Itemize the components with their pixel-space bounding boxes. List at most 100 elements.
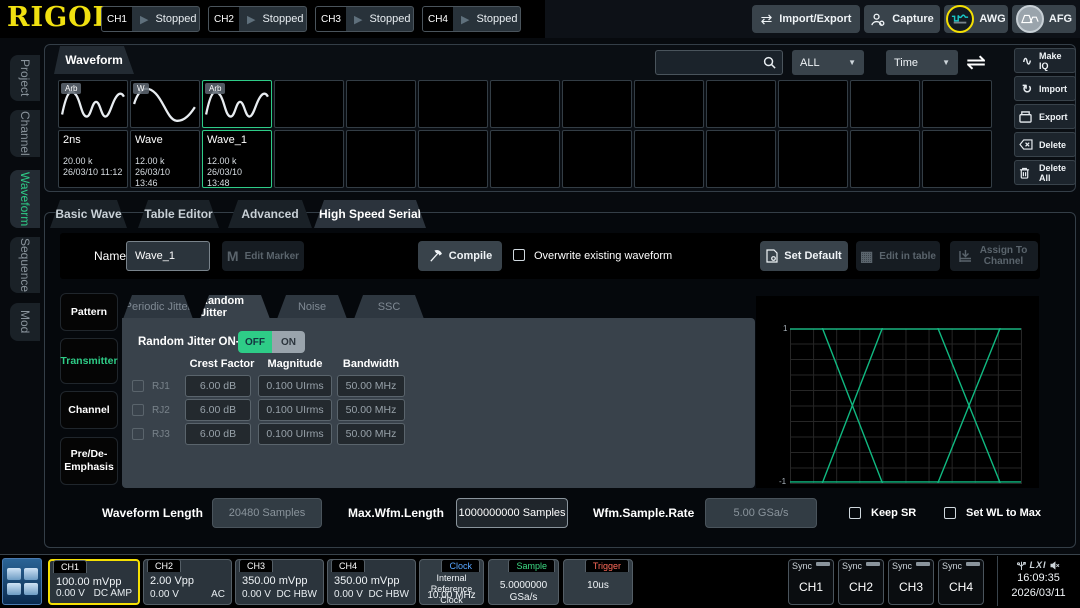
sidebar-item-project[interactable]: Project [10,55,40,101]
tab-high-speed-serial[interactable]: High Speed Serial [314,200,426,228]
wfm-sample-rate-label: Wfm.Sample.Rate [593,506,694,520]
overwrite-checkbox[interactable] [513,249,525,261]
set-wl-to-max-checkbox[interactable] [944,507,956,519]
waveform-thumb-wave[interactable]: W [130,80,200,128]
waveform-length-field[interactable]: 20480 Samples [212,498,322,528]
export-button[interactable]: Export [1014,104,1076,129]
hss-tab-transmitter[interactable]: Transmitter [60,338,118,384]
afg-mode-button[interactable]: AFG [1012,5,1076,33]
empty-info-slot [490,130,560,188]
statusbar-ch4-card[interactable]: CH4 350.00 mVpp 0.00 V DC HBW [327,559,416,605]
rj3-bandwidth-field[interactable]: 50.00 MHz [337,423,405,445]
eye-pattern-trace [790,328,1021,483]
jitter-off-button[interactable]: OFF [238,331,272,353]
max-wfm-length-field[interactable]: 1000000000 Samples [456,498,568,528]
hss-tab-pre-de-emphasis[interactable]: Pre/De-Emphasis [60,437,118,485]
rj3-magnitude-field[interactable]: 0.100 UIrms [258,423,332,445]
waveform-thumbnail-grid: Arb W Arb 2ns 20.00 k [58,80,992,188]
points-count: 12.00 k [135,156,195,167]
ch1-offset: 0.00 V [56,588,85,599]
capture-button[interactable]: Capture [864,5,940,33]
lxi-icon: LXI [1029,560,1046,570]
statusbar-ch3-card[interactable]: CH3 350.00 mVpp 0.00 V DC HBW [235,559,324,605]
wfm-sample-rate-field[interactable]: 5.00 GSa/s [705,498,817,528]
edit-marker-button[interactable]: M Edit Marker [222,241,304,271]
sync-notch [966,562,980,566]
trigger-chip: Trigger [585,559,629,572]
statusbar-sample-card[interactable]: Sample 5.0000000 GSa/s [488,559,559,605]
jitter-on-button[interactable]: ON [272,331,305,353]
sidebar-item-waveform[interactable]: Waveform [10,170,40,228]
app-launcher-button[interactable] [2,558,42,605]
delete-all-button[interactable]: Delete All [1014,160,1076,185]
statusbar-trigger-card[interactable]: Trigger 10us [563,559,633,605]
statusbar-clock-card[interactable]: Clock Internal Reference Clock 10.00 MHz [419,559,484,605]
empty-thumb-slot [274,80,344,128]
rj3-label: RJ3 [152,429,170,440]
statusbar-ch2-card[interactable]: CH2 2.00 Vpp 0.00 V AC [143,559,232,605]
sync-ch3-button[interactable]: Sync CH3 [888,559,934,605]
waveform-info-wave[interactable]: Wave 12.00 k 26/03/10 13:46 [130,130,200,188]
rj1-crest-field[interactable]: 6.00 dB [185,375,251,397]
statusbar-ch1-card[interactable]: CH1 100.00 mVpp 0.00 V DC AMP [48,559,140,605]
ch1-label: CH1 [102,7,132,31]
sync-ch2-button[interactable]: Sync CH2 [838,559,884,605]
tab-basic-wave[interactable]: Basic Wave [50,200,127,228]
assign-to-channel-button[interactable]: Assign To Channel [950,241,1038,271]
tab-advanced[interactable]: Advanced [228,200,312,228]
system-time: 16:09:35 [998,571,1079,586]
rj2-bandwidth-field[interactable]: 50.00 MHz [337,399,405,421]
import-export-button[interactable]: ⇄ Import/Export [752,5,860,33]
name-input[interactable]: Wave_1 [126,241,210,271]
sync-notch [916,562,930,566]
waveform-browser-tab[interactable]: Waveform [54,46,134,74]
tab-noise[interactable]: Noise [277,295,347,319]
edit-in-table-button[interactable]: ▦ Edit in table [856,241,940,271]
tab-periodic-jitter[interactable]: Periodic Jitter [123,295,193,319]
ch4-run-state[interactable]: CH4 ▶ Stopped [422,6,521,32]
sidebar-item-mod[interactable]: Mod [10,303,40,341]
rj2-magnitude-field[interactable]: 0.100 UIrms [258,399,332,421]
tab-ssc[interactable]: SSC [354,295,424,319]
import-button[interactable]: ↻ Import [1014,76,1076,101]
ch3-run-state[interactable]: CH3 ▶ Stopped [315,6,414,32]
search-input[interactable] [655,50,783,75]
sidebar-item-sequence[interactable]: Sequence [10,237,40,293]
awg-screen: RIGOL CH1 ▶ Stopped CH2 ▶ Stopped CH3 ▶ … [0,0,1080,608]
waveform-length-label: Waveform Length [102,506,203,520]
rj3-crest-field[interactable]: 6.00 dB [185,423,251,445]
top-bar: RIGOL CH1 ▶ Stopped CH2 ▶ Stopped CH3 ▶ … [0,0,1080,38]
compile-button[interactable]: Compile [418,241,502,271]
sidebar-item-channel[interactable]: Channel [10,110,40,157]
type-filter-dropdown[interactable]: ALL ▼ [792,50,864,75]
rj1-bandwidth-field[interactable]: 50.00 MHz [337,375,405,397]
waveform-thumb-2ns[interactable]: Arb [58,80,128,128]
make-iq-button[interactable]: ∿ Make IQ [1014,48,1076,73]
rj2-checkbox[interactable] [132,404,144,416]
hss-tab-channel[interactable]: Channel [60,391,118,429]
rj3-checkbox[interactable] [132,428,144,440]
sort-filter-dropdown[interactable]: Time ▼ [886,50,958,75]
sync-ch4-button[interactable]: Sync CH4 [938,559,984,605]
ch2-run-state[interactable]: CH2 ▶ Stopped [208,6,307,32]
waveform-info-wave1[interactable]: Wave_1 12.00 k 26/03/10 13:48 [202,130,272,188]
ch1-coupling: DC AMP [94,588,132,599]
rj2-crest-field[interactable]: 6.00 dB [185,399,251,421]
awg-mode-button[interactable]: AWG [944,5,1008,33]
timestamp: 26/03/10 13:46 [135,167,195,190]
tab-random-jitter[interactable]: Random Jitter [200,295,270,319]
keep-sr-checkbox[interactable] [849,507,861,519]
hss-tab-pattern[interactable]: Pattern [60,293,118,331]
rj1-checkbox[interactable] [132,380,144,392]
set-default-button[interactable]: Set Default [760,241,848,271]
rj1-magnitude-field[interactable]: 0.100 UIrms [258,375,332,397]
tab-table-editor[interactable]: Table Editor [138,200,219,228]
delete-button[interactable]: Delete [1014,132,1076,157]
waveform-info-2ns[interactable]: 2ns 20.00 k 26/03/10 11:12 [58,130,128,188]
sync-ch1-button[interactable]: Sync CH1 [788,559,834,605]
ch1-run-state[interactable]: CH1 ▶ Stopped [101,6,200,32]
sort-order-toggle[interactable]: ⇌ [966,48,986,77]
ch3-amplitude: 350.00 mVpp [242,575,307,587]
sync-notch [816,562,830,566]
waveform-thumb-wave1[interactable]: Arb [202,80,272,128]
